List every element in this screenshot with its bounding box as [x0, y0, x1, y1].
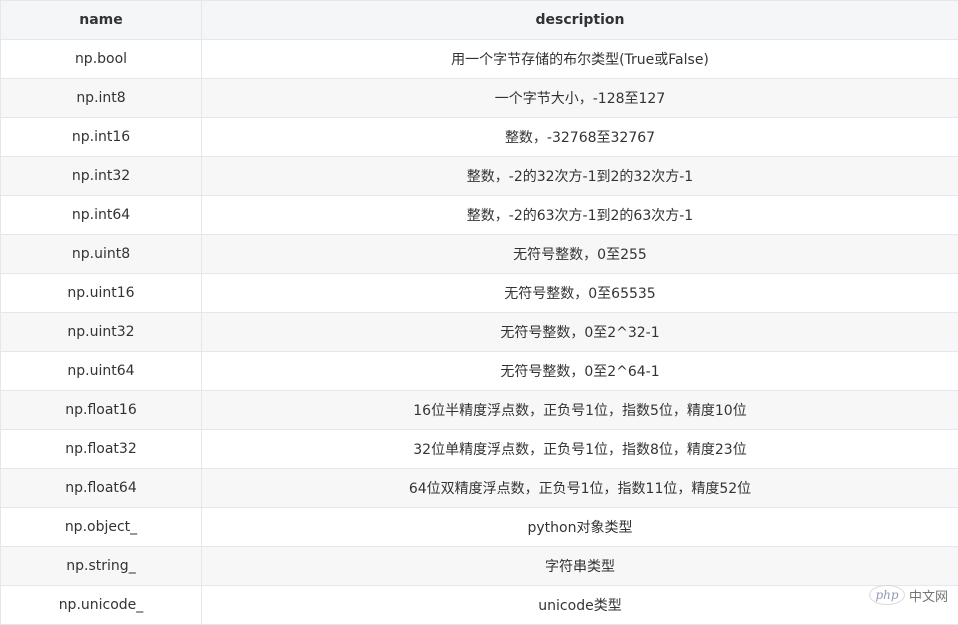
- data-types-table: name description np.bool 用一个字节存储的布尔类型(Tr…: [0, 0, 958, 625]
- table-row: np.string_ 字符串类型: [0, 546, 958, 586]
- cell-name: np.uint32: [0, 312, 202, 352]
- table-row: np.int32 整数，-2的32次方-1到2的32次方-1: [0, 156, 958, 196]
- table-row: np.int64 整数，-2的63次方-1到2的63次方-1: [0, 195, 958, 235]
- cell-description: 字符串类型: [201, 546, 958, 586]
- cell-name: np.bool: [0, 39, 202, 79]
- table-header-row: name description: [0, 0, 958, 40]
- cell-description: 整数，-2的32次方-1到2的32次方-1: [201, 156, 958, 196]
- cell-name: np.object_: [0, 507, 202, 547]
- cell-description: 32位单精度浮点数，正负号1位，指数8位，精度23位: [201, 429, 958, 469]
- cell-name: np.string_: [0, 546, 202, 586]
- cell-description: 无符号整数，0至255: [201, 234, 958, 274]
- header-name: name: [0, 0, 202, 40]
- table-row: np.uint64 无符号整数，0至2^64-1: [0, 351, 958, 391]
- cell-description: 整数，-32768至32767: [201, 117, 958, 157]
- cell-description: 64位双精度浮点数，正负号1位，指数11位，精度52位: [201, 468, 958, 508]
- table-row: np.float32 32位单精度浮点数，正负号1位，指数8位，精度23位: [0, 429, 958, 469]
- data-types-table-container: name description np.bool 用一个字节存储的布尔类型(Tr…: [0, 0, 958, 625]
- cell-description: 一个字节大小，-128至127: [201, 78, 958, 118]
- cell-name: np.int16: [0, 117, 202, 157]
- cell-description: python对象类型: [201, 507, 958, 547]
- table-row: np.int8 一个字节大小，-128至127: [0, 78, 958, 118]
- site-watermark: php 中文网: [868, 585, 948, 605]
- table-row: np.float64 64位双精度浮点数，正负号1位，指数11位，精度52位: [0, 468, 958, 508]
- cell-description: 整数，-2的63次方-1到2的63次方-1: [201, 195, 958, 235]
- cell-description: 无符号整数，0至65535: [201, 273, 958, 313]
- cell-name: np.uint8: [0, 234, 202, 274]
- header-description: description: [201, 0, 958, 40]
- cell-name: np.float32: [0, 429, 202, 469]
- php-logo-icon: php: [868, 585, 905, 605]
- table-row: np.float16 16位半精度浮点数，正负号1位，指数5位，精度10位: [0, 390, 958, 430]
- table-row: np.int16 整数，-32768至32767: [0, 117, 958, 157]
- cell-description: 无符号整数，0至2^32-1: [201, 312, 958, 352]
- table-row: np.bool 用一个字节存储的布尔类型(True或False): [0, 39, 958, 79]
- cell-description: unicode类型: [201, 585, 958, 625]
- cell-description: 16位半精度浮点数，正负号1位，指数5位，精度10位: [201, 390, 958, 430]
- table-row: np.uint16 无符号整数，0至65535: [0, 273, 958, 313]
- cell-name: np.uint64: [0, 351, 202, 391]
- table-row: np.uint32 无符号整数，0至2^32-1: [0, 312, 958, 352]
- cell-description: 无符号整数，0至2^64-1: [201, 351, 958, 391]
- watermark-site-text: 中文网: [908, 589, 948, 605]
- cell-name: np.int32: [0, 156, 202, 196]
- cell-name: np.float16: [0, 390, 202, 430]
- cell-name: np.unicode_: [0, 585, 202, 625]
- table-row: np.unicode_ unicode类型: [0, 585, 958, 625]
- table-row: np.uint8 无符号整数，0至255: [0, 234, 958, 274]
- cell-name: np.int8: [0, 78, 202, 118]
- cell-name: np.uint16: [0, 273, 202, 313]
- cell-name: np.float64: [0, 468, 202, 508]
- table-row: np.object_ python对象类型: [0, 507, 958, 547]
- cell-name: np.int64: [0, 195, 202, 235]
- cell-description: 用一个字节存储的布尔类型(True或False): [201, 39, 958, 79]
